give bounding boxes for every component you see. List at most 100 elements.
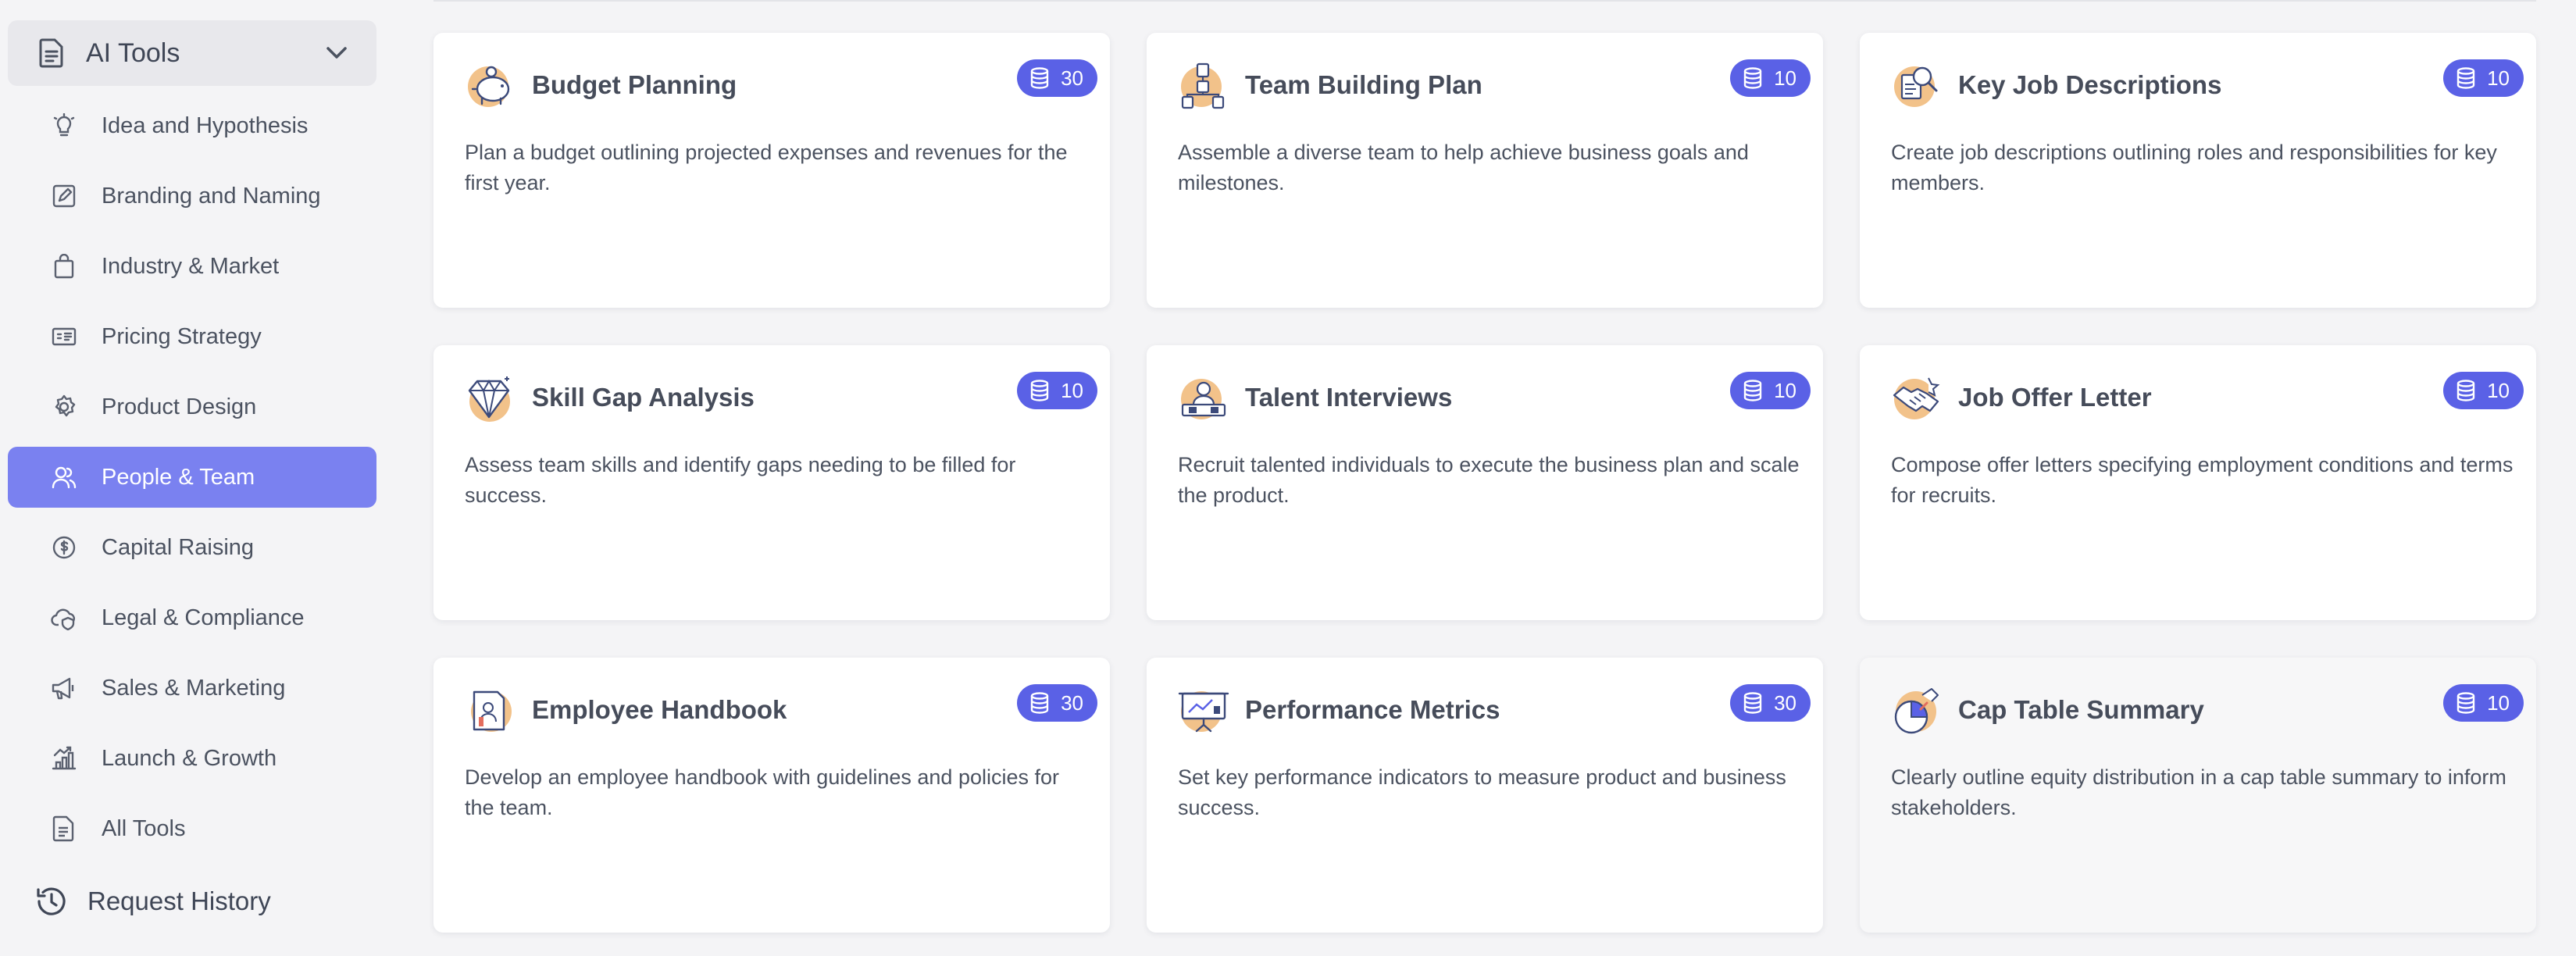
- sidebar-item-label: Launch & Growth: [102, 745, 277, 771]
- sidebar-item-capital-raising[interactable]: Capital Raising: [8, 517, 376, 578]
- credit-count: 10: [2487, 378, 2510, 402]
- card-description: Assemble a diverse team to help achieve …: [1178, 141, 1749, 194]
- sidebar-item-label: All Tools: [102, 815, 186, 841]
- piggy-bank-icon: [465, 61, 516, 112]
- credit-badge: 10: [2443, 59, 2524, 97]
- credit-badge: 30: [1017, 684, 1097, 722]
- tool-card-skill-gap-analysis[interactable]: Skill Gap Analysis 10 Assess team skills…: [433, 345, 1110, 620]
- sidebar-item-pricing-strategy[interactable]: Pricing Strategy: [8, 306, 376, 367]
- file-icon: [50, 815, 78, 843]
- users-icon: [50, 463, 78, 491]
- database-icon: [2454, 379, 2478, 402]
- price-tag-icon: [50, 323, 78, 351]
- card-title: Performance Metrics: [1245, 695, 1500, 724]
- card-description: Assess team skills and identify gaps nee…: [465, 453, 1016, 507]
- card-title: Cap Table Summary: [1958, 695, 2204, 724]
- sidebar-item-sales-and-marketing[interactable]: Sales & Marketing: [8, 658, 376, 719]
- credit-count: 30: [1061, 690, 1083, 715]
- card-description: Recruit talented individuals to execute …: [1178, 453, 1800, 507]
- cloud-shield-icon: [50, 604, 78, 632]
- credit-count: 30: [1774, 690, 1796, 715]
- sidebar-item-product-design[interactable]: Product Design: [8, 376, 376, 437]
- gear-icon: [50, 393, 78, 421]
- sidebar-item-people-and-team[interactable]: People & Team: [8, 447, 376, 508]
- card-description: Set key performance indicators to measur…: [1178, 765, 1786, 819]
- tool-card-job-offer-letter[interactable]: Job Offer Letter 10 Compose offer letter…: [1860, 345, 2536, 620]
- credit-badge: 30: [1730, 684, 1811, 722]
- sidebar: AI Tools Idea and Hypothesis Branding an…: [0, 0, 391, 956]
- card-description: Create job descriptions outlining roles …: [1891, 141, 2497, 194]
- card-title: Team Building Plan: [1245, 70, 1482, 99]
- chevron-down-icon[interactable]: [323, 40, 350, 66]
- sidebar-item-label: Sales & Marketing: [102, 675, 286, 701]
- presentation-board-icon: [1178, 686, 1229, 737]
- database-icon: [1028, 691, 1051, 715]
- ai-tools-header[interactable]: AI Tools: [8, 20, 376, 86]
- credit-count: 10: [1774, 378, 1796, 402]
- sidebar-item-legal-and-compliance[interactable]: Legal & Compliance: [8, 587, 376, 648]
- credit-badge: 10: [1730, 59, 1811, 97]
- database-icon: [1741, 66, 1764, 90]
- tool-card-performance-metrics[interactable]: Performance Metrics 30 Set key performan…: [1147, 658, 1823, 933]
- credit-badge: 30: [1017, 59, 1097, 97]
- credit-count: 10: [1061, 378, 1083, 402]
- credit-count: 10: [2487, 690, 2510, 715]
- sidebar-item-branding-and-naming[interactable]: Branding and Naming: [8, 166, 376, 227]
- sidebar-item-industry-and-market[interactable]: Industry & Market: [8, 236, 376, 297]
- card-description: Develop an employee handbook with guidel…: [465, 765, 1059, 819]
- card-description: Compose offer letters specifying employm…: [1891, 453, 2514, 507]
- database-icon: [1741, 379, 1764, 402]
- database-icon: [1028, 379, 1051, 402]
- sidebar-item-label: Capital Raising: [102, 534, 255, 560]
- tool-card-employee-handbook[interactable]: Employee Handbook 30 Develop an employee…: [433, 658, 1110, 933]
- card-title: Job Offer Letter: [1958, 383, 2152, 412]
- credit-count: 10: [1774, 66, 1796, 90]
- org-chart-icon: [1178, 61, 1229, 112]
- pie-chart-icon: [1891, 686, 1943, 737]
- database-icon: [1741, 691, 1764, 715]
- card-title: Skill Gap Analysis: [532, 383, 755, 412]
- tool-card-key-job-descriptions[interactable]: Key Job Descriptions 10 Create job descr…: [1860, 33, 2536, 308]
- database-icon: [2454, 691, 2478, 715]
- handshake-icon: [1891, 373, 1943, 425]
- sidebar-item-label: Product Design: [102, 394, 257, 419]
- credit-badge: 10: [2443, 684, 2524, 722]
- sidebar-item-label: Industry & Market: [102, 253, 280, 279]
- job-search-icon: [1891, 61, 1943, 112]
- handbook-icon: [465, 686, 516, 737]
- credit-badge: 10: [1730, 372, 1811, 409]
- tool-card-talent-interviews[interactable]: Talent Interviews 10 Recruit talented in…: [1147, 345, 1823, 620]
- tool-card-cap-table-summary[interactable]: Cap Table Summary 10 Clearly outline equ…: [1860, 658, 2536, 933]
- sidebar-item-all-tools[interactable]: All Tools: [8, 798, 376, 859]
- tool-card-budget-planning[interactable]: Budget Planning 30 Plan a budget outlini…: [433, 33, 1110, 308]
- sidebar-item-label: Branding and Naming: [102, 183, 321, 209]
- dollar-coin-icon: [50, 533, 78, 562]
- sidebar-item-label: People & Team: [102, 464, 255, 490]
- tool-card-team-building-plan[interactable]: Team Building Plan 10 Assemble a diverse…: [1147, 33, 1823, 308]
- card-title: Talent Interviews: [1245, 383, 1453, 412]
- top-divider: [433, 0, 2536, 2]
- card-title: Budget Planning: [532, 70, 737, 99]
- shopping-bag-icon: [50, 252, 78, 280]
- card-title: Employee Handbook: [532, 695, 787, 724]
- credit-count: 10: [2487, 66, 2510, 90]
- sidebar-item-idea-and-hypothesis[interactable]: Idea and Hypothesis: [8, 95, 376, 156]
- credit-count: 30: [1061, 66, 1083, 90]
- document-icon: [36, 37, 67, 69]
- interview-icon: [1178, 373, 1229, 425]
- sidebar-item-label: Legal & Compliance: [102, 605, 305, 630]
- card-title: Key Job Descriptions: [1958, 70, 2222, 99]
- card-description: Clearly outline equity distribution in a…: [1891, 765, 2506, 819]
- credit-badge: 10: [1017, 372, 1097, 409]
- ai-tools-title: AI Tools: [86, 37, 180, 68]
- request-history-label: Request History: [87, 886, 271, 915]
- card-description: Plan a budget outlining projected expens…: [465, 141, 1068, 194]
- megaphone-icon: [50, 674, 78, 702]
- history-clock-icon: [34, 884, 69, 919]
- database-icon: [1028, 66, 1051, 90]
- sidebar-item-launch-and-growth[interactable]: Launch & Growth: [8, 728, 376, 789]
- request-history-link[interactable]: Request History: [8, 870, 376, 933]
- sidebar-item-label: Pricing Strategy: [102, 323, 262, 349]
- edit-square-icon: [50, 182, 78, 210]
- sidebar-item-label: Idea and Hypothesis: [102, 112, 309, 138]
